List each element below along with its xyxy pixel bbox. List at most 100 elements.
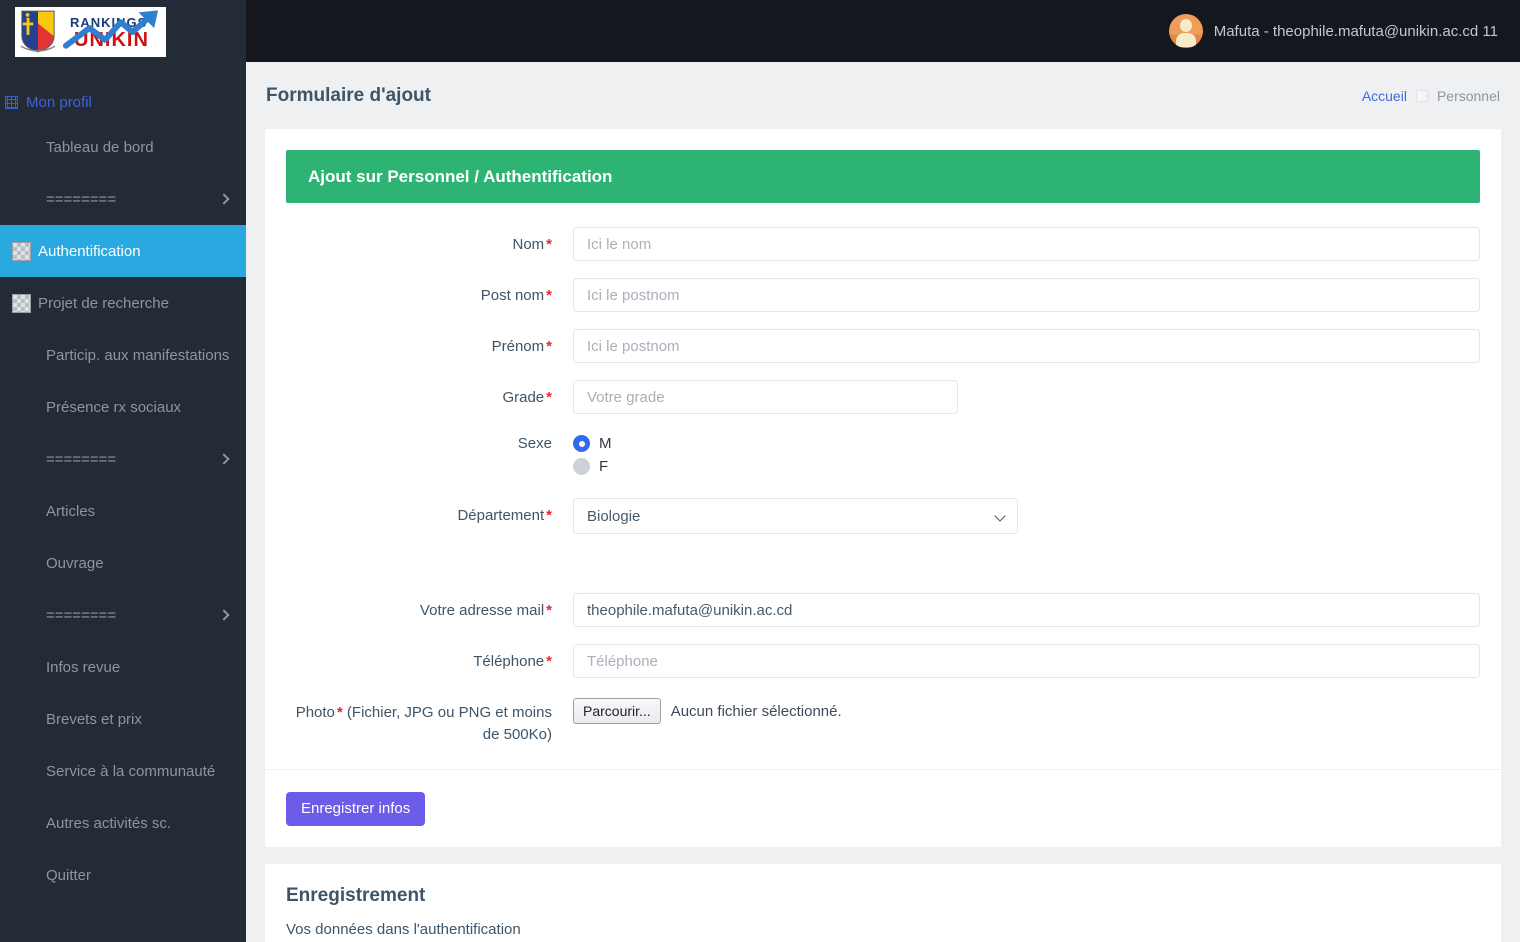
sidebar: RANKINGS UNIKIN Mon profil Tableau de bor… <box>0 0 246 942</box>
sidebar-item-label: ======== <box>46 190 117 208</box>
sidebar-item-collapse-2[interactable]: ======== <box>0 433 246 485</box>
records-subtitle: Vos données dans l'authentification <box>286 920 521 938</box>
sidebar-item-service-a-la-communaute[interactable]: Service à la communauté <box>0 745 246 797</box>
radio-unselected-icon[interactable] <box>573 458 590 475</box>
form-row-email: Votre adresse mail * <box>286 593 1480 627</box>
nom-label: Nom * <box>286 227 552 256</box>
content: Ajout sur Personnel / Authentification N… <box>246 129 1520 942</box>
email-input[interactable] <box>573 593 1480 627</box>
telephone-input[interactable] <box>573 644 1480 678</box>
sidebar-item-label: Authentification <box>38 242 141 260</box>
app-root: RANKINGS UNIKIN Mon profil Tableau de bor… <box>0 0 1520 942</box>
form-card: Ajout sur Personnel / Authentification N… <box>265 129 1501 847</box>
departement-select-wrap: Biologie <box>573 498 1018 534</box>
sidebar-item-label: ======== <box>46 450 117 468</box>
avatar-torso-shape <box>1175 33 1196 47</box>
broken-image-icon <box>12 293 31 313</box>
required-asterisk: * <box>546 338 552 355</box>
required-asterisk: * <box>546 389 552 406</box>
sidebar-item-label: Brevets et prix <box>46 710 142 728</box>
save-button[interactable]: Enregistrer infos <box>286 791 426 826</box>
avatar-head-shape <box>1179 19 1192 32</box>
postnom-label: Post nom * <box>286 278 552 307</box>
sidebar-item-label: Présence rx sociaux <box>46 398 182 416</box>
photo-file-input: Parcourir... Aucun fichier sélectionné. <box>573 695 1480 724</box>
unikin-logo[interactable]: RANKINGS UNIKIN <box>15 7 166 57</box>
telephone-label-text: Téléphone <box>473 653 545 670</box>
departement-select[interactable]: Biologie <box>573 498 1018 534</box>
sidebar-item-infos-revue[interactable]: Infos revue <box>0 641 246 693</box>
required-asterisk: * <box>546 236 552 253</box>
sidebar-item-presence-rx-sociaux[interactable]: Présence rx sociaux <box>0 381 246 433</box>
sexe-option-m[interactable]: M <box>573 435 1480 452</box>
sidebar-item-label: Quitter <box>46 866 92 884</box>
form-spacer <box>286 551 1480 593</box>
file-status-text: Aucun fichier sélectionné. <box>670 702 842 720</box>
chevron-right-icon <box>218 609 230 621</box>
sexe-option-f-label: F <box>599 458 609 475</box>
photo-label: Photo * (Fichier, JPG ou PNG et moins de … <box>286 695 552 746</box>
nom-label-text: Nom <box>512 236 545 253</box>
form-row-photo: Photo * (Fichier, JPG ou PNG et moins de … <box>286 695 1480 746</box>
breadcrumb-separator-icon <box>1415 89 1428 102</box>
records-title: Enregistrement <box>286 884 426 906</box>
form-row-telephone: Téléphone * <box>286 644 1480 678</box>
email-label: Votre adresse mail * <box>286 593 552 622</box>
topbar-user-label[interactable]: Mafuta - theophile.mafuta@unikin.ac.cd 1… <box>1214 23 1498 40</box>
unikin-crest-icon <box>20 10 56 53</box>
sidebar-item-articles[interactable]: Articles <box>0 485 246 537</box>
sidebar-nav: Mon profil Tableau de bord ======== Authent… <box>0 84 246 901</box>
sidebar-item-label: Tableau de bord <box>46 138 154 156</box>
user-avatar[interactable] <box>1168 14 1203 48</box>
radio-selected-icon[interactable] <box>573 435 590 452</box>
sidebar-item-label: Articles <box>46 502 96 520</box>
sidebar-item-collapse-1[interactable]: ======== <box>0 173 246 225</box>
prenom-label-text: Prénom <box>491 338 545 355</box>
form-row-nom: Nom * <box>286 227 1480 261</box>
topbar: Mafuta - theophile.mafuta@unikin.ac.cd 1… <box>246 0 1520 62</box>
chevron-right-icon <box>218 193 230 205</box>
departement-label-text: Département <box>457 507 545 524</box>
sidebar-item-quitter[interactable]: Quitter <box>0 849 246 901</box>
chevron-right-icon <box>218 453 230 465</box>
records-card: Enregistrement Vos données dans l'authen… <box>265 863 1501 942</box>
grade-input[interactable] <box>573 380 958 414</box>
logo-text: RANKINGS UNIKIN <box>60 10 162 54</box>
sidebar-item-ouvrage[interactable]: Ouvrage <box>0 537 246 589</box>
required-asterisk: * <box>546 287 552 304</box>
sidebar-item-particip-aux-manifestations[interactable]: Particip. aux manifestations <box>0 329 246 381</box>
browse-button[interactable]: Parcourir... <box>573 698 661 724</box>
grade-label: Grade * <box>286 380 552 409</box>
breadcrumb: Accueil Personnel <box>1362 88 1500 104</box>
sexe-label-text: Sexe <box>517 435 552 452</box>
form-row-postnom: Post nom * <box>286 278 1480 312</box>
sidebar-item-brevets-et-prix[interactable]: Brevets et prix <box>0 693 246 745</box>
page-head: Formulaire d'ajout Accueil Personnel <box>246 62 1520 129</box>
form-area: Nom* Post nom* Prénom* Grade* <box>286 203 1480 746</box>
broken-image-icon <box>12 241 31 261</box>
sidebar-item-autres-activites-sc[interactable]: Autres activités sc. <box>0 797 246 849</box>
sidebar-item-projet-de-recherche[interactable]: Projet de recherche <box>0 277 246 329</box>
form-row-prenom: Prénom * <box>286 329 1480 363</box>
prenom-input[interactable] <box>573 329 1480 363</box>
sidebar-item-label: Infos revue <box>46 658 121 676</box>
form-row-grade: Grade * <box>286 380 1480 414</box>
breadcrumb-home-link[interactable]: Accueil <box>1362 88 1407 104</box>
sidebar-item-label: Particip. aux manifestations <box>46 346 230 364</box>
sexe-label: Sexe <box>286 431 552 455</box>
sexe-radio-group: M F <box>573 431 1480 481</box>
missing-glyph-icon <box>5 96 18 109</box>
sidebar-item-mon-profil[interactable]: Mon profil <box>0 84 246 121</box>
postnom-input[interactable] <box>573 278 1480 312</box>
card-footer: Enregistrer infos <box>286 770 1480 847</box>
sidebar-item-collapse-3[interactable]: ======== <box>0 589 246 641</box>
nom-input[interactable] <box>573 227 1480 261</box>
sidebar-item-authentification[interactable]: Authentification <box>0 225 246 277</box>
sidebar-item-label: Autres activités sc. <box>46 814 172 832</box>
main-column: Mafuta - theophile.mafuta@unikin.ac.cd 1… <box>246 0 1520 942</box>
required-asterisk: * <box>336 704 343 721</box>
required-asterisk: * <box>546 507 552 524</box>
breadcrumb-current: Personnel <box>1436 87 1500 104</box>
sidebar-item-tableau-de-bord[interactable]: Tableau de bord <box>0 121 246 173</box>
sexe-option-f[interactable]: F <box>573 458 1480 475</box>
